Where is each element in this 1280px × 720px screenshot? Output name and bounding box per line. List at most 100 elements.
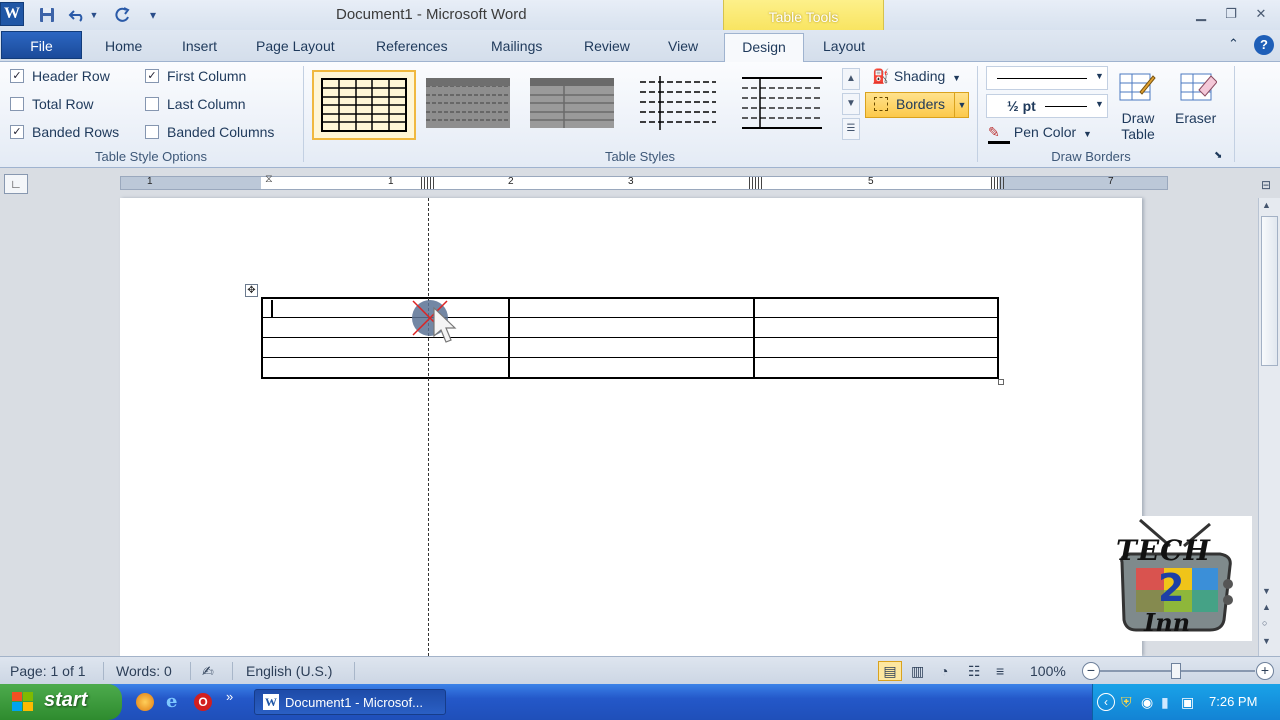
eraser-button[interactable]: Eraser [1175, 110, 1216, 126]
scroll-down-icon[interactable]: ▼ [1262, 586, 1271, 596]
tab-mailings[interactable]: Mailings [491, 38, 542, 54]
taskbar-word-button[interactable]: W Document1 - Microsof... [254, 689, 446, 715]
undo-dropdown-icon[interactable]: ▼ [88, 4, 100, 26]
borders-button[interactable]: Borders ▼ [865, 92, 969, 118]
draw-table-icon[interactable] [1118, 70, 1156, 104]
redo-icon[interactable] [112, 4, 134, 26]
tray-collapse-icon[interactable]: ‹ [1097, 693, 1115, 711]
usb-icon[interactable]: ▮ [1161, 694, 1169, 711]
start-button[interactable]: start [0, 684, 122, 720]
ruler-number: 1 [147, 176, 153, 187]
table-style-horizontal-lines[interactable] [730, 70, 834, 140]
table-style-light-shading[interactable] [418, 70, 522, 140]
table-column-divider[interactable] [753, 299, 755, 377]
banded-columns-checkbox[interactable]: Banded Columns [145, 124, 274, 140]
tab-design[interactable]: Design [724, 33, 804, 63]
tab-insert[interactable]: Insert [182, 38, 217, 54]
quick-launch-more-icon[interactable]: » [226, 689, 233, 704]
full-screen-reading-icon[interactable]: ▥ [911, 663, 924, 680]
print-layout-icon[interactable]: ▤ [878, 661, 902, 681]
web-layout-icon[interactable]: ◔ [940, 663, 948, 679]
tab-home[interactable]: Home [105, 38, 142, 54]
banded-rows-checkbox[interactable]: ✓ Banded Rows [10, 124, 119, 140]
gallery-scroll-up-icon[interactable]: ▲ [842, 68, 860, 90]
ruler-bar: ∟ 1 1 2 3 5 7 ⧖ [0, 168, 1280, 198]
select-browse-object-icon[interactable]: ○ [1262, 618, 1267, 628]
table-resize-handle-icon[interactable] [998, 379, 1004, 385]
draft-icon[interactable]: ≡ [996, 663, 1004, 679]
display-icon[interactable]: ▣ [1181, 694, 1194, 711]
clock[interactable]: 7:26 PM [1209, 694, 1257, 709]
gallery-scroll-down-icon[interactable]: ▼ [842, 93, 860, 115]
opera-icon[interactable]: O [194, 693, 212, 711]
tab-view[interactable]: View [668, 38, 698, 54]
tab-file[interactable]: File [1, 31, 82, 59]
scroll-up-icon[interactable]: ▲ [1262, 200, 1271, 210]
table-style-grid[interactable] [312, 70, 416, 140]
indent-marker-icon[interactable]: ⧖ [265, 173, 273, 186]
last-column-checkbox[interactable]: Last Column [145, 96, 246, 112]
column-marker-icon[interactable] [991, 177, 1005, 189]
tab-review[interactable]: Review [584, 38, 630, 54]
zoom-out-icon[interactable]: − [1082, 662, 1100, 680]
checkbox-checked-icon: ✓ [10, 69, 24, 83]
tab-references[interactable]: References [376, 38, 448, 54]
close-icon[interactable]: ✕ [1250, 6, 1272, 24]
page-count[interactable]: Page: 1 of 1 [10, 663, 86, 679]
tab-page-layout[interactable]: Page Layout [256, 38, 335, 54]
draw-table-button[interactable]: Draw Table [1120, 110, 1156, 142]
first-column-checkbox[interactable]: ✓ First Column [145, 68, 246, 84]
previous-page-icon[interactable]: ▲ [1262, 602, 1271, 612]
vertical-scrollbar[interactable]: ▲ ▼ ▲ ○ ▼ [1258, 198, 1280, 656]
minimize-icon[interactable]: ▁ [1190, 6, 1212, 24]
document-page[interactable]: ✥ [120, 198, 1142, 656]
next-page-icon[interactable]: ▼ [1262, 636, 1271, 646]
word-count[interactable]: Words: 0 [116, 663, 172, 679]
language-indicator[interactable]: English (U.S.) [246, 663, 332, 679]
network-icon[interactable]: ◉ [1141, 694, 1153, 711]
pen-color-button[interactable]: ✎ Pen Color ▼ [988, 124, 1092, 144]
outline-icon[interactable]: ☷ [968, 663, 981, 680]
proofing-icon[interactable]: ✍ [202, 663, 214, 680]
column-marker-icon[interactable] [421, 177, 435, 189]
eraser-icon[interactable] [1179, 70, 1218, 104]
horizontal-ruler[interactable]: 1 1 2 3 5 7 ⧖ [120, 173, 1168, 190]
undo-icon[interactable] [66, 4, 88, 26]
column-resize-guide [428, 198, 429, 656]
customize-qat-icon[interactable]: ▾ [142, 4, 164, 26]
chevron-down-icon[interactable]: ▼ [954, 93, 969, 117]
tab-layout[interactable]: Layout [823, 38, 865, 54]
header-row-checkbox[interactable]: ✓ Header Row [10, 68, 110, 84]
word-app-icon[interactable]: W [0, 2, 24, 26]
tab-selector-icon[interactable]: ∟ [4, 174, 28, 194]
shading-button[interactable]: ⛽ Shading ▼ [872, 68, 961, 85]
group-divider [1234, 66, 1235, 162]
security-shield-icon[interactable]: ⛨ [1121, 694, 1132, 711]
total-row-checkbox[interactable]: Total Row [10, 96, 93, 112]
scrollbar-thumb[interactable] [1261, 216, 1278, 366]
title-bar: W ▼ ▾ Document1 - Microsoft Word Table T… [0, 0, 1280, 34]
restore-icon[interactable]: ❐ [1220, 6, 1242, 24]
internet-explorer-icon[interactable]: e [166, 691, 177, 712]
zoom-in-icon[interactable]: + [1256, 662, 1274, 680]
help-icon[interactable]: ? [1254, 35, 1274, 55]
gallery-more-icon[interactable]: ☰ [842, 118, 860, 140]
ribbon-minimize-icon[interactable]: ⌃ [1228, 36, 1239, 52]
view-ruler-icon[interactable]: ⊟ [1261, 178, 1271, 192]
column-marker-icon[interactable] [749, 177, 763, 189]
table-column-divider[interactable] [508, 299, 510, 377]
status-divider [190, 662, 191, 680]
dialog-launcher-icon[interactable]: ⬊ [1214, 150, 1222, 161]
zoom-slider-thumb[interactable] [1171, 663, 1181, 679]
line-weight-select[interactable]: ½ pt ▼ [986, 94, 1108, 118]
zoom-level[interactable]: 100% [1030, 663, 1066, 679]
table-style-dashed-lines[interactable] [626, 70, 730, 140]
table-style-medium-shading[interactable] [522, 70, 626, 140]
table-move-handle-icon[interactable]: ✥ [245, 284, 258, 297]
save-icon[interactable] [36, 4, 58, 26]
word-table[interactable] [261, 297, 999, 379]
firefox-icon[interactable] [136, 693, 154, 711]
table-tools-label: Table Tools [768, 9, 839, 25]
checkbox-unchecked-icon [10, 97, 24, 111]
line-style-select[interactable]: ▼ [986, 66, 1108, 90]
